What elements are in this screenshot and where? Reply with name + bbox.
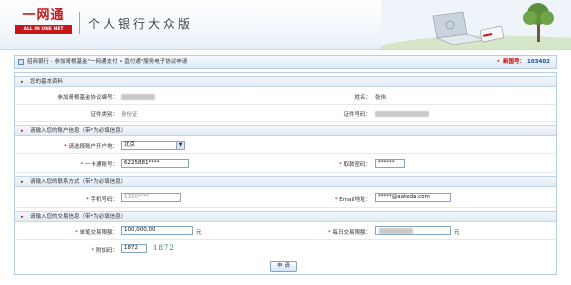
name-label: 姓名： bbox=[354, 95, 371, 101]
daily-limit-value bbox=[379, 228, 413, 234]
submit-button[interactable]: 申 请 bbox=[270, 261, 297, 272]
section-arrow-icon: ▸ bbox=[21, 79, 24, 85]
daily-limit-input[interactable] bbox=[375, 226, 451, 235]
row-card: * 一卡通账号： 6225881**** * 取款密码： ****** bbox=[15, 154, 556, 173]
logo-text-en: ALL IN ONE NET bbox=[15, 25, 72, 34]
order-number-label: 新国号： bbox=[503, 59, 526, 65]
section-basic-info: ▸ 您的基本资料 bbox=[15, 76, 556, 87]
bank-title: 个人银行大众版 bbox=[88, 17, 194, 31]
single-limit-input[interactable]: 100,000.00 bbox=[121, 226, 193, 235]
breadcrumb-text: 招商银行 - 参加哥根基金"一网通支付 • 直付通"服务电子协议申请 bbox=[27, 59, 188, 65]
banner-scene-image bbox=[381, 0, 571, 49]
mobile-label: * 手机号码： bbox=[85, 197, 118, 203]
captcha-input[interactable]: 1872 bbox=[121, 244, 147, 253]
section-contact-info: ▸ 请输入您的联系方式（带*为必填信息） bbox=[15, 176, 556, 187]
top-banner: 一网通 ALL IN ONE NET 个人银行大众版 bbox=[0, 0, 571, 50]
row-city: * 请选择账户开户地： 北京 ▼ bbox=[15, 137, 556, 154]
section-arrow-icon: ▸ bbox=[21, 179, 24, 185]
section-title: 请输入您的交易信息（带*为必填信息） bbox=[30, 214, 127, 220]
city-label: * 请选择账户开户地： bbox=[63, 144, 118, 150]
bullet-icon: • bbox=[496, 59, 501, 65]
card-label: * 一卡通账号： bbox=[80, 162, 118, 168]
card-number-input[interactable]: 6225881**** bbox=[121, 159, 189, 168]
email-input[interactable]: *****@aateda.com bbox=[375, 193, 451, 202]
agreement-label: 参加哥根基金协议编号： bbox=[57, 95, 118, 101]
section-title: 您的基本资料 bbox=[30, 79, 64, 85]
name-value: 张伟 bbox=[375, 95, 387, 101]
captcha-image[interactable]: 1872 bbox=[153, 244, 175, 252]
row-contact: * 手机号码： 1350**** * Email地址： *****@aateda… bbox=[15, 188, 556, 208]
logo-text-cn: 一网通 bbox=[22, 8, 65, 23]
application-form: ▸ 您的基本资料 参加哥根基金协议编号： 姓名： 张伟 证件类别： 身份证 证件… bbox=[14, 72, 557, 275]
section-arrow-icon: ▸ bbox=[21, 214, 24, 220]
password-label: * 取款密码： bbox=[338, 162, 371, 168]
chevron-down-icon[interactable]: ▼ bbox=[176, 142, 184, 149]
single-limit-label: * 单笔交易限额： bbox=[74, 230, 118, 236]
id-number-value bbox=[375, 111, 429, 117]
logo-divider bbox=[79, 12, 80, 34]
captcha-label: * 附加码： bbox=[91, 248, 118, 254]
breadcrumb: 招商银行 - 参加哥根基金"一网通支付 • 直付通"服务电子协议申请 • 新国号：… bbox=[14, 55, 557, 69]
id-number-label: 证件号码： bbox=[343, 112, 371, 118]
email-label: * Email地址： bbox=[334, 197, 371, 203]
row-limits: * 单笔交易限额： 100,000.00 元 * 每日交易限额： 元 bbox=[15, 223, 556, 240]
mobile-input[interactable]: 1350**** bbox=[121, 193, 181, 202]
city-select[interactable]: 北京 ▼ bbox=[121, 141, 185, 150]
id-type-value: 身份证 bbox=[121, 112, 138, 118]
order-number-value: 103402 bbox=[527, 59, 550, 65]
row-id: 证件类别： 身份证 证件号码： bbox=[15, 105, 556, 122]
order-number-area: • 新国号： 103402 bbox=[497, 56, 551, 68]
section-arrow-icon: ▸ bbox=[21, 128, 24, 134]
section-account-info: ▸ 请输入您的账户信息（带*为必填信息） bbox=[15, 125, 556, 136]
section-title: 请输入您的联系方式（带*为必填信息） bbox=[30, 179, 127, 185]
row-agreement: 参加哥根基金协议编号： 姓名： 张伟 bbox=[15, 88, 556, 105]
bank-logo[interactable]: 一网通 ALL IN ONE NET bbox=[15, 8, 72, 34]
section-title: 请输入您的账户信息（带*为必填信息） bbox=[30, 128, 127, 134]
single-limit-unit: 元 bbox=[196, 230, 202, 236]
daily-limit-unit: 元 bbox=[454, 230, 460, 236]
row-captcha: * 附加码： 1872 1872 bbox=[15, 240, 556, 258]
city-selected-value: 北京 bbox=[124, 142, 136, 148]
password-input[interactable]: ****** bbox=[375, 159, 405, 168]
agreement-number-value bbox=[121, 94, 155, 100]
id-type-label: 证件类别： bbox=[90, 112, 118, 118]
daily-limit-label: * 每日交易限额： bbox=[327, 230, 371, 236]
section-transaction-info: ▸ 请输入您的交易信息（带*为必填信息） bbox=[15, 211, 556, 222]
page-icon bbox=[18, 59, 24, 65]
